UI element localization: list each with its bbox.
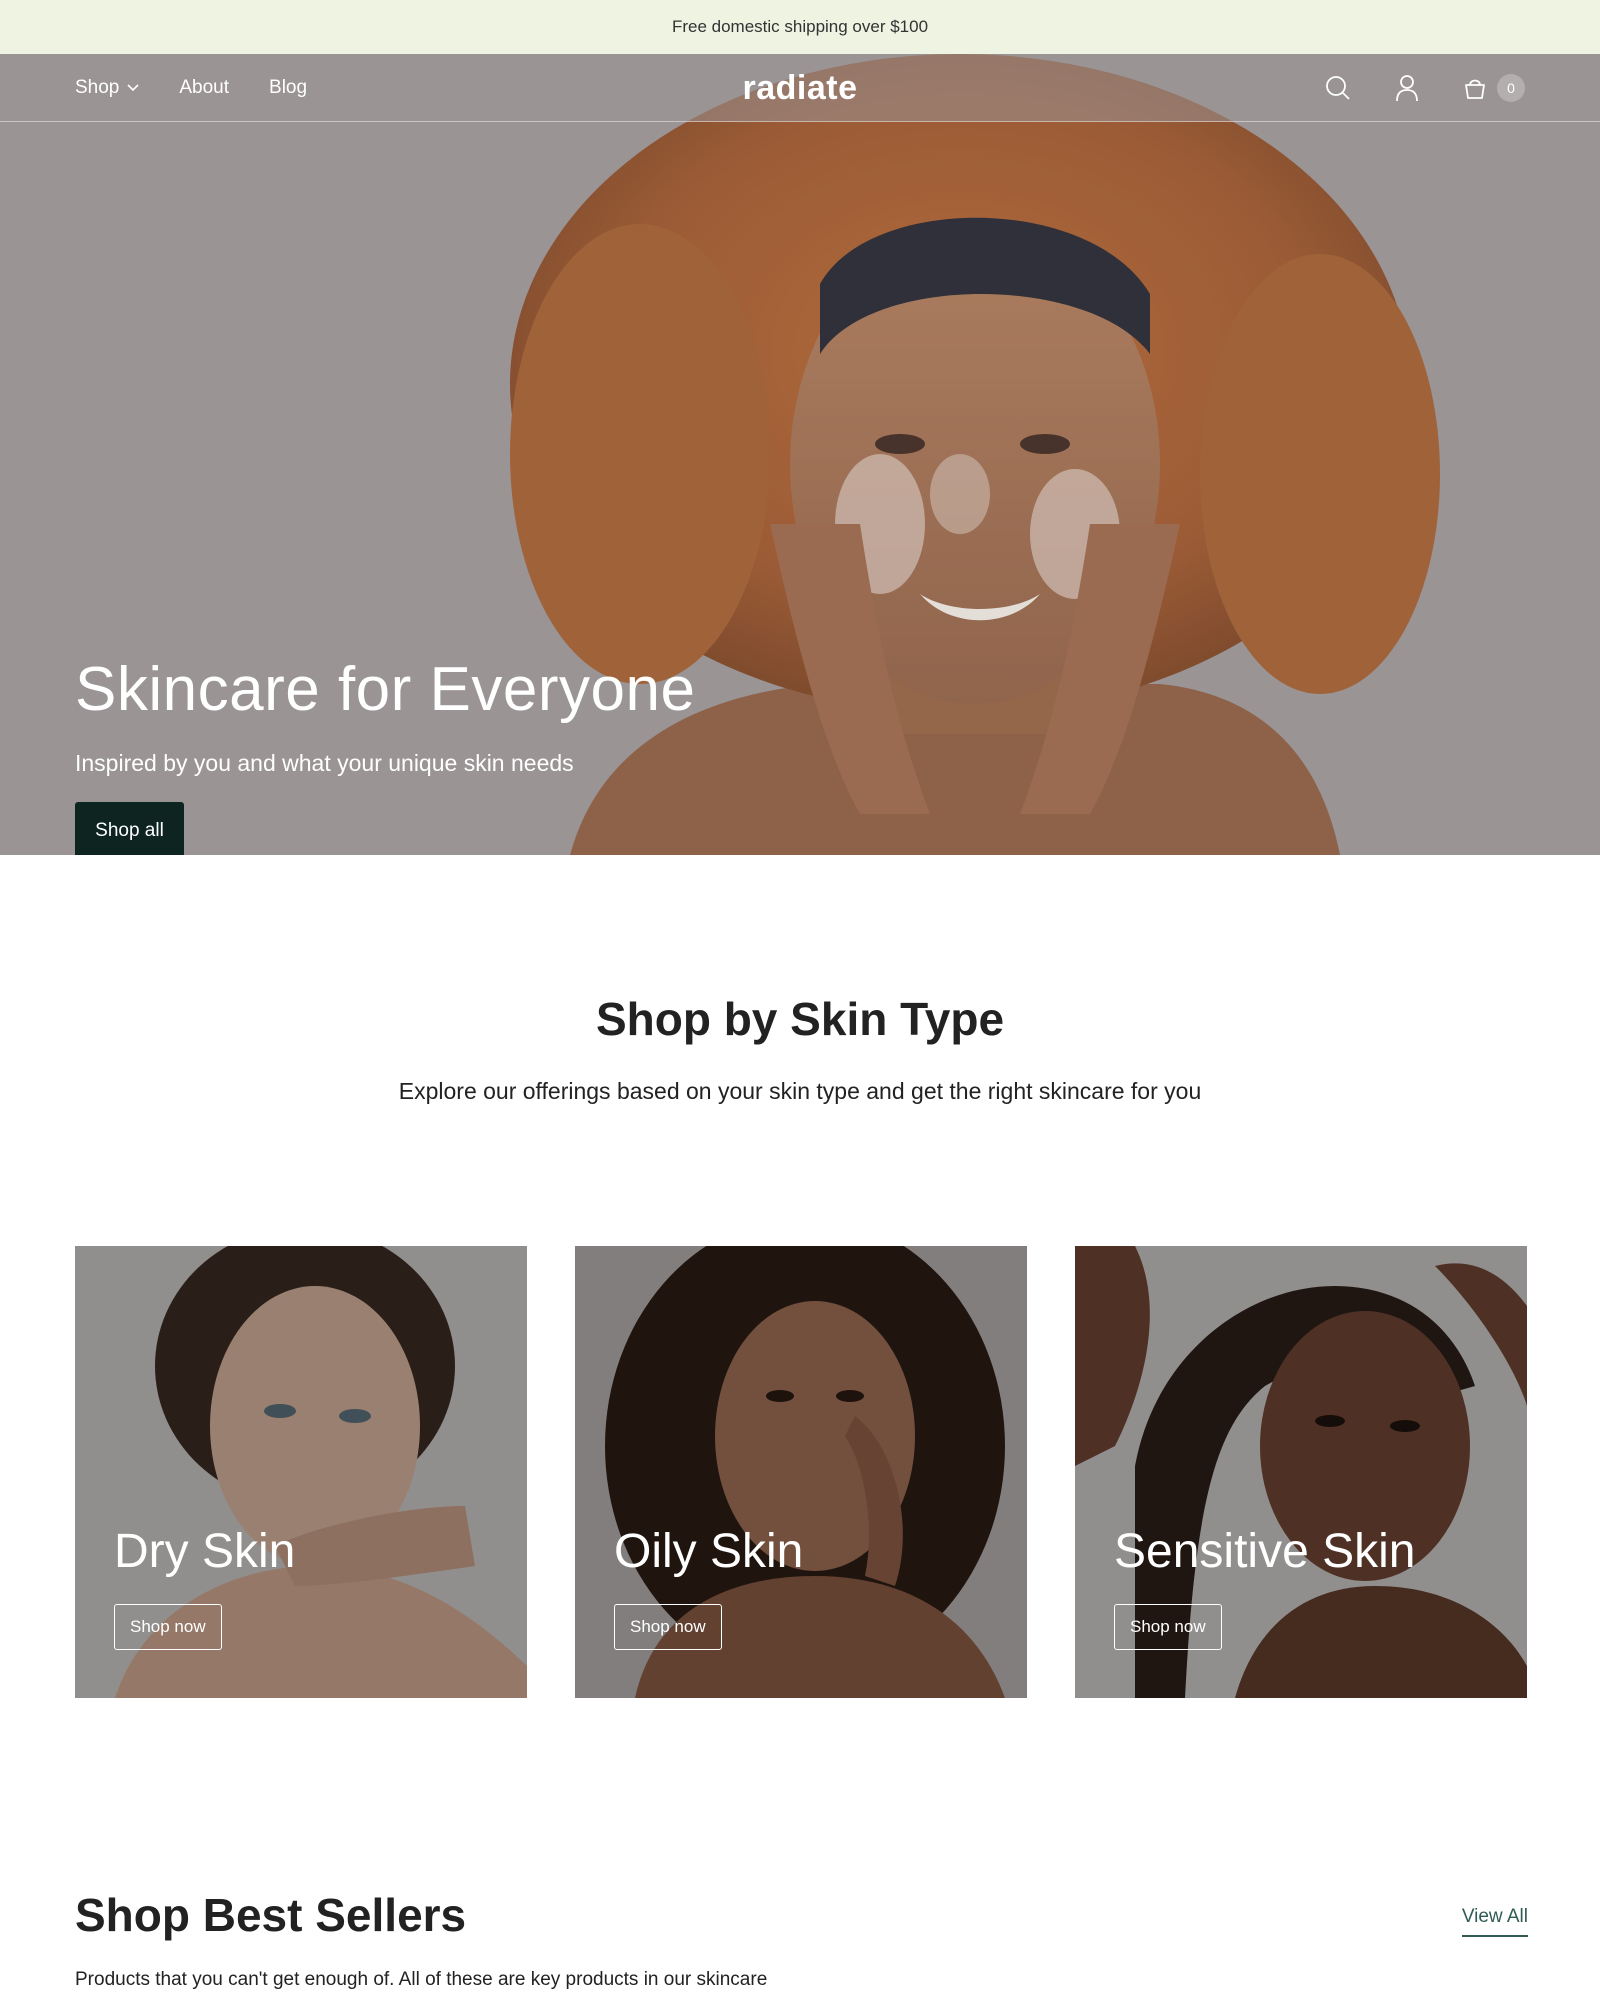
announcement-text: Free domestic shipping over $100 [671, 17, 929, 36]
view-all-link[interactable]: View All [1461, 1906, 1528, 1937]
shop-all-button[interactable]: Shop all [75, 802, 184, 855]
search-button[interactable] [1325, 75, 1351, 101]
card-title: Oily Skin [614, 1525, 804, 1578]
nav-shop-label: Shop [75, 77, 120, 98]
skin-card-dry[interactable]: Dry Skin Shop now [75, 1246, 527, 1698]
best-sellers-subtitle: Products that you can't get enough of. A… [75, 1969, 768, 1990]
hero-banner: Skincare for Everyone Inspired by you an… [0, 54, 1600, 855]
skin-type-title: Shop by Skin Type [595, 993, 1005, 1045]
skin-card-oily[interactable]: Oily Skin Shop now [575, 1246, 1027, 1698]
card-title: Sensitive Skin [1114, 1525, 1416, 1578]
best-sellers-title: Shop Best Sellers [75, 1889, 467, 1941]
search-icon [1326, 76, 1350, 100]
chevron-down-icon [127, 84, 139, 92]
nav-shop[interactable]: Shop [75, 77, 139, 99]
hero-title: Skincare for Everyone [75, 655, 696, 724]
cart-count-badge: 0 [1497, 74, 1525, 102]
bag-icon [1465, 79, 1485, 99]
account-icon [1396, 75, 1418, 102]
card-title: Dry Skin [114, 1525, 296, 1578]
nav-about-label: About [179, 77, 230, 98]
skin-card-sensitive[interactable]: Sensitive Skin Shop now [1075, 1246, 1527, 1698]
main-nav: Shop About Blog [75, 54, 347, 122]
nav-about[interactable]: About [179, 77, 229, 99]
account-button[interactable] [1395, 74, 1419, 102]
cart-button[interactable]: 0 [1463, 74, 1525, 102]
header-icons: 0 [1281, 54, 1525, 122]
shop-now-button[interactable]: Shop now [614, 1604, 722, 1650]
hero-subtitle: Inspired by you and what your unique ski… [75, 750, 574, 776]
hero-image [0, 54, 1600, 855]
announcement-bar: Free domestic shipping over $100 [0, 0, 1600, 54]
site-header: Shop About Blog radiate 0 [0, 54, 1600, 122]
nav-blog[interactable]: Blog [269, 77, 307, 99]
site-logo[interactable]: radiate [743, 69, 858, 108]
nav-blog-label: Blog [269, 77, 308, 98]
skin-type-subtitle: Explore our offerings based on your skin… [398, 1078, 1202, 1104]
shop-now-button[interactable]: Shop now [1114, 1604, 1222, 1650]
shop-now-button[interactable]: Shop now [114, 1604, 222, 1650]
